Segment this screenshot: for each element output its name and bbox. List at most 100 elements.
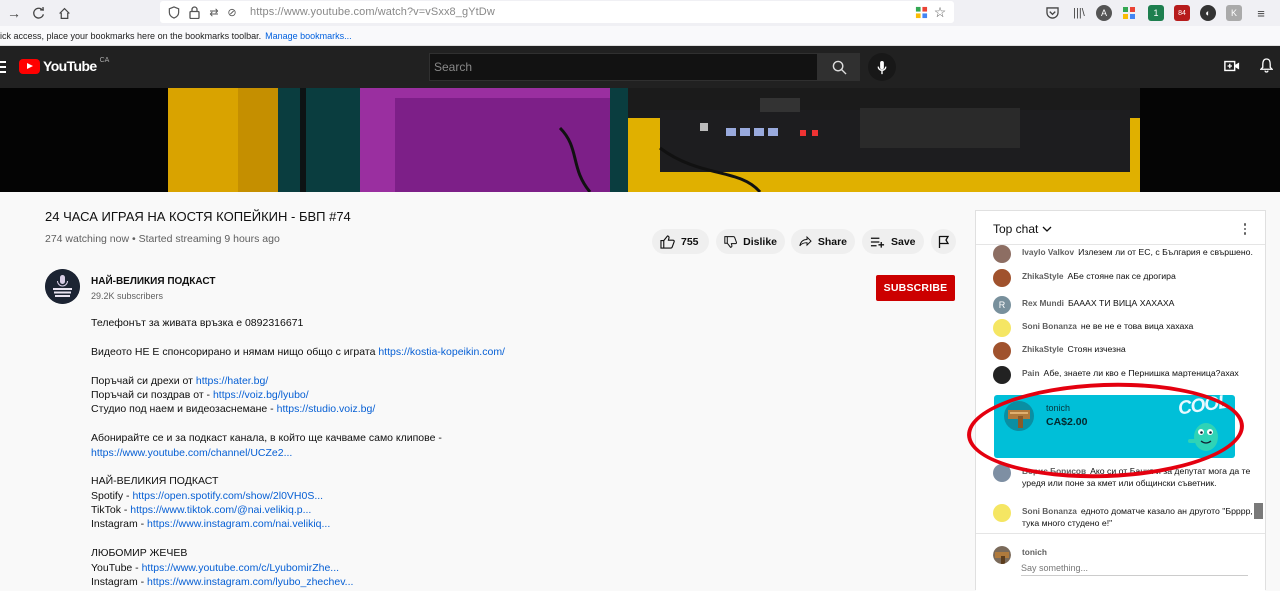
description-text: Поръчай си дрехи от [91, 374, 196, 387]
star-icon[interactable]: ☆ [932, 4, 948, 20]
description-line: Видеото НЕ Е спонсорирано и нямам нищо о… [91, 345, 505, 359]
description-line [91, 330, 505, 344]
current-user-name: tonich [1022, 547, 1047, 557]
youtube-logo[interactable]: YouTube CA [19, 57, 109, 74]
description-link[interactable]: https://www.youtube.com/c/LyubomirZhe... [142, 562, 339, 574]
description-link[interactable]: https://www.instagram.com/lyubo_zhechev.… [147, 576, 353, 588]
save-button[interactable]: Save [862, 229, 924, 254]
library-icon[interactable]: |||\ [1071, 5, 1087, 21]
microphone-icon [877, 60, 887, 74]
extension-badge-icon[interactable]: 84 [1174, 5, 1190, 21]
description-link[interactable]: https://www.tiktok.com/@nai.velikiq.p... [130, 504, 311, 516]
chat-author[interactable]: Soni Bonanza [1022, 321, 1077, 331]
chat-avatar [993, 269, 1011, 287]
like-button[interactable]: 755 [652, 229, 709, 254]
chat-avatar [993, 319, 1011, 337]
chat-text: Стоян изчезна [1067, 344, 1126, 354]
chat-author[interactable]: ZhikaStyle [1022, 344, 1064, 354]
chat-message-input[interactable] [1021, 560, 1248, 576]
voice-search-button[interactable] [868, 53, 896, 81]
share-button[interactable]: Share [791, 229, 855, 254]
logo-text: YouTube [43, 58, 97, 74]
description-line [91, 460, 505, 474]
extension-icon[interactable]: K [1226, 5, 1242, 21]
url-text: https://www.youtube.com/watch?v=vSxx8_gY… [250, 6, 495, 18]
channel-avatar[interactable] [45, 269, 80, 304]
thumbs-down-icon [724, 235, 737, 248]
description-link[interactable]: https://hater.bg/ [196, 375, 268, 387]
bookmarks-hint: ick access, place your bookmarks here on… [0, 30, 262, 41]
superchat-amount: CA$2.00 [1046, 416, 1088, 428]
more-options-icon[interactable] [1238, 221, 1252, 237]
extension-icon[interactable] [913, 4, 929, 20]
description-line: Поръчай си дрехи от https://hater.bg/ [91, 374, 505, 388]
chat-text: БАААХ ТИ ВИЦА ХАХАХА [1067, 298, 1175, 308]
description-line: ЛЮБОМИР ЖЕЧЕВ [91, 546, 505, 560]
description-link[interactable]: https://open.spotify.com/show/2l0VH0S... [132, 490, 323, 502]
reload-icon[interactable] [28, 3, 48, 23]
description-text: ЛЮБОМИР ЖЕЧЕВ [91, 547, 188, 560]
description-link[interactable]: https://studio.voiz.bg/ [277, 403, 376, 415]
report-button[interactable] [931, 229, 956, 254]
menu-icon[interactable]: ≡ [1253, 5, 1269, 21]
search-button[interactable] [818, 53, 860, 81]
chat-author[interactable]: ZhikaStyle [1022, 271, 1064, 281]
description-link[interactable]: https://www.instagram.com/nai.velikiq... [147, 518, 330, 530]
description-text: TikTok - [91, 504, 131, 517]
description-line: Абонирайте се и за подкаст канала, в кой… [91, 431, 505, 445]
live-chat-panel: Top chat Ivaylo Valkov Излезем ли от ЕС, … [975, 210, 1266, 591]
hamburger-icon[interactable] [0, 58, 8, 74]
chat-author[interactable]: Soni Bonanza [1022, 506, 1077, 516]
extension-icon[interactable]: ◐ [1200, 5, 1216, 21]
chat-author[interactable]: Pain [1022, 368, 1040, 378]
thumbs-up-icon [660, 234, 675, 249]
notifications-button[interactable] [1258, 58, 1274, 76]
channel-name[interactable]: НАЙ-ВЕЛИКИЯ ПОДКАСТ [91, 276, 215, 287]
description-line: Студио под наем и видеозаснемане - https… [91, 402, 505, 416]
video-player[interactable] [0, 88, 1280, 192]
chat-author[interactable]: Ivaylo Valkov [1022, 247, 1074, 257]
chat-avatar [993, 342, 1011, 360]
superchat-avatar-icon [1004, 401, 1034, 431]
chat-author[interactable]: Борис Борисов [1022, 466, 1086, 476]
share-label: Share [817, 235, 847, 248]
shield-icon[interactable] [166, 4, 182, 20]
chat-header: Top chat [976, 211, 1265, 245]
chat-scrollbar[interactable] [1254, 503, 1263, 519]
subscribe-button[interactable]: SUBSCRIBE [876, 275, 955, 301]
description-line [91, 532, 505, 546]
description-link[interactable]: https://kostia-kopeikin.com/ [378, 346, 505, 358]
podcast-logo-icon [45, 269, 80, 304]
chevron-down-icon [1042, 226, 1052, 232]
pocket-icon[interactable] [1044, 5, 1060, 21]
search-input[interactable] [429, 53, 818, 81]
youtube-header: YouTube CA [0, 46, 1280, 88]
autoplay-blocked-icon[interactable]: ⊘ [224, 4, 240, 20]
extension-icon[interactable] [1121, 5, 1137, 21]
chat-author[interactable]: Rex Mundi [1022, 298, 1064, 308]
description-link[interactable]: https://www.youtube.com/channel/UCZe2... [91, 447, 292, 459]
create-button[interactable] [1222, 58, 1242, 76]
dislike-button[interactable]: Dislike [716, 229, 785, 254]
browser-toolbar: → ⇄ ⊘ https://www.youtube.com/watch?v=vS… [0, 0, 1280, 26]
description-link[interactable]: https://voiz.bg/lyubo/ [213, 389, 309, 401]
manage-bookmarks-link[interactable]: Manage bookmarks... [265, 31, 352, 41]
video-meta: 274 watching now • Started streaming 9 h… [45, 233, 280, 245]
description-text: Spotify - [91, 489, 133, 502]
share-icon [799, 235, 812, 247]
extension-badge-icon[interactable]: 1 [1148, 5, 1164, 21]
youtube-play-icon [19, 59, 40, 74]
description-line: Телефонът за живата връзка е 0892316671 [91, 316, 505, 330]
permissions-icon[interactable]: ⇄ [206, 4, 222, 20]
account-icon[interactable]: A [1096, 5, 1112, 21]
description-line: Instagram - https://www.instagram.com/na… [91, 517, 505, 531]
chat-mode-dropdown[interactable]: Top chat [993, 222, 1052, 236]
lock-icon[interactable] [186, 4, 202, 20]
url-bar[interactable]: ⇄ ⊘ https://www.youtube.com/watch?v=vSxx… [160, 1, 954, 23]
chat-avatar [993, 504, 1011, 522]
home-icon[interactable] [54, 3, 74, 23]
description-text: Студио под наем и видеозаснемане - [91, 403, 277, 416]
chat-message-body: ZhikaStyle Стоян изчезна [1022, 343, 1258, 355]
forward-icon[interactable]: → [4, 3, 24, 23]
superchat-message[interactable]: tonich CA$2.00 COOL [994, 395, 1235, 458]
